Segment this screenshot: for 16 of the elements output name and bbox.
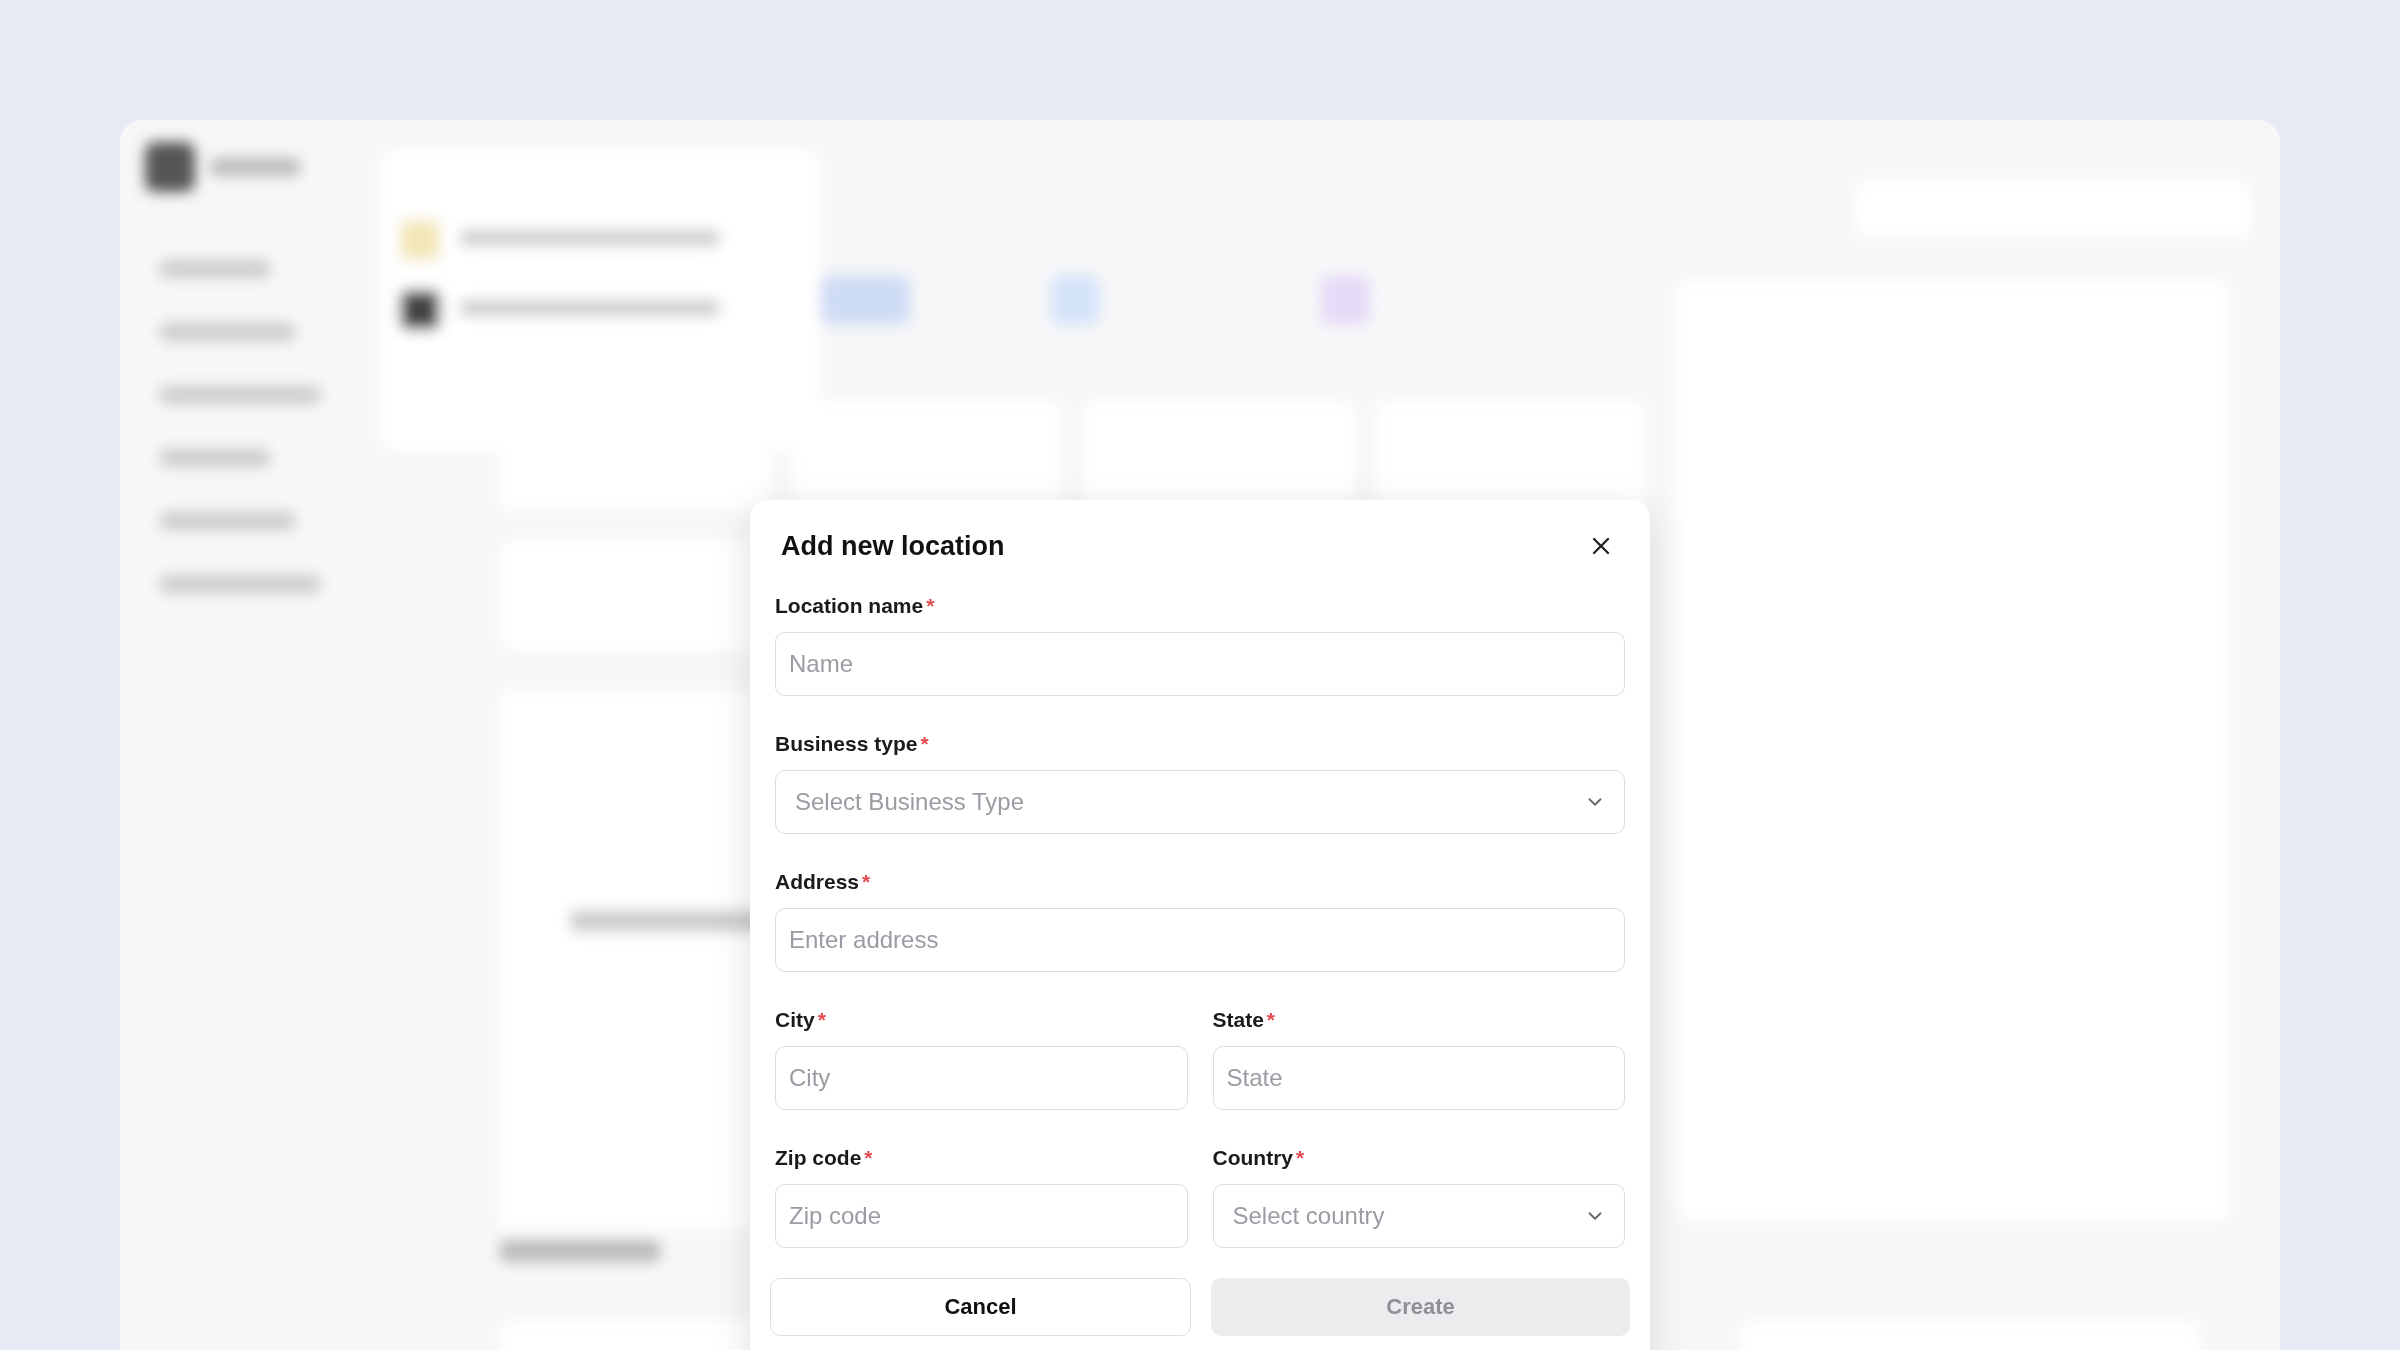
select-field[interactable]: Select country <box>1212 1184 1625 1248</box>
input-field[interactable]: Zip code <box>775 1184 1188 1248</box>
field-label: Country* <box>1212 1146 1306 1170</box>
select-field[interactable]: Select Business Type <box>775 770 1625 834</box>
input-field[interactable]: Enter address <box>775 908 1625 972</box>
field-label: City* <box>775 1008 827 1032</box>
field-label: Business type* <box>775 732 930 756</box>
cancel-button[interactable]: Cancel <box>770 1278 1191 1336</box>
input-field[interactable]: Name <box>775 632 1625 696</box>
dialog-title: Add new location <box>781 530 1005 562</box>
input-field[interactable]: State <box>1212 1046 1625 1110</box>
field-label: State* <box>1212 1008 1277 1032</box>
field-label: Zip code* <box>775 1146 874 1170</box>
field-label: Address* <box>775 870 872 894</box>
input-field[interactable]: City <box>775 1046 1188 1110</box>
field-label: Location name* <box>775 594 936 618</box>
